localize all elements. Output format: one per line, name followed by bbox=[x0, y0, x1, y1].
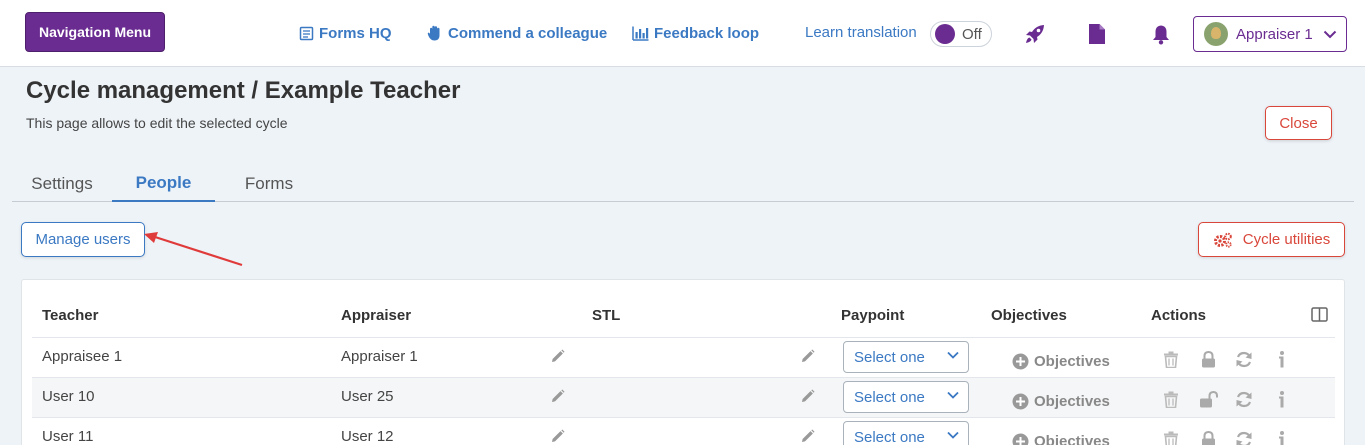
paypoint-select-value: Select one bbox=[854, 388, 925, 406]
appraiser-cell: User 25 bbox=[341, 388, 394, 405]
plus-circle-icon bbox=[1012, 433, 1029, 445]
teacher-cell: User 11 bbox=[42, 428, 94, 445]
cycle-utilities-button[interactable]: Cycle utilities bbox=[1198, 222, 1345, 257]
top-navigation-bar: Navigation Menu Forms HQ Commend a colle… bbox=[0, 0, 1365, 67]
paypoint-select[interactable]: Select one bbox=[843, 341, 969, 373]
paypoint-select-value: Select one bbox=[854, 428, 925, 445]
user-name: Appraiser 1 bbox=[1236, 25, 1313, 43]
info-icon[interactable] bbox=[1278, 351, 1286, 368]
trash-icon[interactable] bbox=[1163, 431, 1179, 445]
lock-icon[interactable] bbox=[1201, 431, 1216, 445]
chevron-down-icon bbox=[947, 391, 959, 399]
page-description: This page allows to edit the selected cy… bbox=[26, 115, 288, 131]
lock-icon[interactable] bbox=[1201, 351, 1216, 368]
feedback-loop-link[interactable]: Feedback loop bbox=[632, 22, 759, 44]
edit-appraiser-pencil-icon[interactable] bbox=[550, 389, 565, 404]
navigation-menu-button[interactable]: Navigation Menu bbox=[25, 12, 165, 52]
commend-colleague-label: Commend a colleague bbox=[448, 24, 608, 42]
paypoint-select[interactable]: Select one bbox=[843, 421, 969, 445]
header-objectives: Objectives bbox=[991, 307, 1067, 324]
teacher-cell: User 10 bbox=[42, 388, 95, 405]
people-table: Teacher Appraiser STL Paypoint Objective… bbox=[21, 279, 1345, 445]
forms-hq-label: Forms HQ bbox=[319, 24, 392, 42]
trash-icon[interactable] bbox=[1163, 351, 1179, 368]
header-actions: Actions bbox=[1151, 307, 1207, 324]
header-paypoint: Paypoint bbox=[841, 307, 905, 324]
learn-translation-label: Learn translation bbox=[805, 24, 917, 41]
user-dropdown[interactable]: Appraiser 1 bbox=[1193, 16, 1347, 52]
header-teacher: Teacher bbox=[42, 307, 99, 324]
document-icon[interactable] bbox=[1083, 20, 1111, 48]
gears-icon bbox=[1213, 232, 1233, 248]
chevron-down-icon bbox=[947, 431, 959, 439]
paypoint-select-value: Select one bbox=[854, 348, 925, 366]
tab-people[interactable]: People bbox=[112, 165, 215, 202]
bar-chart-icon bbox=[632, 26, 649, 41]
unlock-icon[interactable] bbox=[1199, 391, 1218, 408]
edit-appraiser-pencil-icon[interactable] bbox=[550, 349, 565, 364]
avatar bbox=[1204, 22, 1228, 46]
translation-toggle[interactable]: Off bbox=[930, 21, 992, 47]
refresh-icon[interactable] bbox=[1235, 431, 1253, 445]
header-stl: STL bbox=[592, 307, 621, 324]
chevron-down-icon bbox=[1323, 30, 1337, 39]
objectives-label: Objectives bbox=[1034, 353, 1110, 370]
appraiser-cell: Appraiser 1 bbox=[341, 348, 418, 365]
page-title: Cycle management / Example Teacher bbox=[26, 77, 461, 104]
edit-appraiser-pencil-icon[interactable] bbox=[550, 429, 565, 444]
paypoint-select[interactable]: Select one bbox=[843, 381, 969, 413]
objectives-button[interactable]: Objectives bbox=[1012, 353, 1110, 370]
toggle-state-label: Off bbox=[962, 25, 982, 43]
close-button[interactable]: Close bbox=[1265, 106, 1332, 140]
objectives-button[interactable]: Objectives bbox=[1012, 433, 1110, 445]
manage-users-button[interactable]: Manage users bbox=[21, 222, 145, 257]
edit-stl-pencil-icon[interactable] bbox=[800, 389, 815, 404]
tab-forms[interactable]: Forms bbox=[215, 165, 323, 202]
hand-icon bbox=[427, 25, 443, 42]
annotation-arrow bbox=[144, 232, 243, 267]
bell-icon[interactable] bbox=[1147, 20, 1175, 48]
commend-colleague-link[interactable]: Commend a colleague bbox=[427, 22, 607, 44]
table-row: User 10 User 25 Select one Objectives bbox=[32, 377, 1335, 417]
edit-stl-pencil-icon[interactable] bbox=[800, 429, 815, 444]
plus-circle-icon bbox=[1012, 393, 1029, 410]
forms-icon bbox=[299, 26, 314, 41]
plus-circle-icon bbox=[1012, 353, 1029, 370]
tab-settings[interactable]: Settings bbox=[12, 165, 112, 202]
forms-hq-link[interactable]: Forms HQ bbox=[299, 22, 392, 44]
teacher-cell: Appraisee 1 bbox=[42, 348, 123, 365]
columns-icon[interactable] bbox=[1311, 307, 1328, 327]
info-icon[interactable] bbox=[1278, 391, 1286, 408]
rocket-icon[interactable] bbox=[1021, 20, 1049, 48]
edit-stl-pencil-icon[interactable] bbox=[800, 349, 815, 364]
cycle-utilities-label: Cycle utilities bbox=[1242, 231, 1331, 248]
tab-bar: Settings People Forms bbox=[12, 165, 1354, 202]
appraiser-cell: User 12 bbox=[341, 428, 394, 445]
refresh-icon[interactable] bbox=[1235, 351, 1253, 368]
objectives-label: Objectives bbox=[1034, 393, 1110, 410]
refresh-icon[interactable] bbox=[1235, 391, 1253, 408]
objectives-label: Objectives bbox=[1034, 433, 1110, 445]
table-row: User 11 User 12 Select one Objectives bbox=[32, 417, 1335, 445]
toggle-knob bbox=[935, 24, 955, 44]
info-icon[interactable] bbox=[1278, 431, 1286, 445]
feedback-loop-label: Feedback loop bbox=[654, 24, 760, 42]
chevron-down-icon bbox=[947, 351, 959, 359]
header-appraiser: Appraiser bbox=[341, 307, 412, 324]
objectives-button[interactable]: Objectives bbox=[1012, 393, 1110, 410]
trash-icon[interactable] bbox=[1163, 391, 1179, 408]
table-row: Appraisee 1 Appraiser 1 Select one Objec… bbox=[32, 337, 1335, 377]
